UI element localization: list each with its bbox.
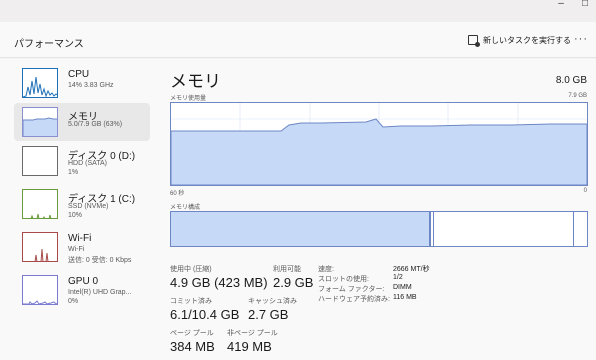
more-options-button[interactable]: ··· — [574, 33, 588, 45]
sidebar-item-label: Wi-Fi — [68, 233, 92, 244]
sidebar-item-disk-0[interactable]: ディスク 0 (D:) HDD (SATA) 1% — [14, 142, 150, 180]
sidebar-item-detail: Intel(R) UHD Grap... — [68, 289, 132, 296]
sidebar-item-memory[interactable]: メモリ 5.0/7.9 GB (63%) — [14, 103, 150, 141]
page-title: パフォーマンス — [14, 39, 84, 50]
paged-pool-label: ページ プール — [170, 330, 214, 337]
composition-modified — [433, 212, 434, 246]
sidebar-item-detail: Wi-Fi — [68, 246, 85, 253]
composition-free — [573, 212, 574, 246]
speed-value: 2666 MT/秒 — [393, 266, 430, 273]
sidebar-item-percent: 10% — [68, 212, 83, 219]
sidebar-item-throughput: 送信: 0 受信: 0 Kbps — [68, 257, 132, 264]
cached-label: キャッシュ済み — [248, 298, 297, 305]
available-label: 利用可能 — [273, 266, 301, 273]
sidebar-item-percent: 0% — [68, 298, 79, 305]
available-value: 2.9 GB — [273, 275, 314, 290]
slots-label: スロットの使用: — [318, 276, 369, 283]
composition-in-use — [171, 212, 431, 246]
memory-title: メモリ — [170, 72, 221, 91]
memory-composition-bar — [170, 211, 588, 247]
time-axis-end: 0 — [583, 188, 587, 194]
wifi-thumbnail-graph — [22, 232, 58, 262]
performance-sidebar: CPU 14% 3.83 GHz メモリ 5.0/7.9 GB (63%) ディ… — [0, 59, 157, 360]
in-use-value: 4.9 GB (423 MB) — [170, 275, 268, 290]
committed-value: 6.1/10.4 GB — [170, 307, 240, 322]
disk-0-thumbnail-graph — [22, 146, 58, 176]
form-factor-value: DIMM — [393, 284, 412, 291]
usage-graph-max: 7.9 GB — [568, 93, 587, 99]
memory-total: 8.0 GB — [555, 75, 587, 86]
nonpaged-pool-value: 419 MB — [227, 339, 272, 354]
sidebar-item-cpu[interactable]: CPU 14% 3.83 GHz — [14, 64, 150, 102]
disk-1-thumbnail-graph — [22, 189, 58, 219]
page-header: パフォーマンス 新しいタスクを実行する ··· — [0, 22, 596, 58]
memory-detail-panel: メモリ 8.0 GB メモリ使用量 7.9 GB 60 秒 0 メモリ構成 使用… — [157, 59, 596, 360]
hardware-reserved-label: ハードウェア予約済み: — [318, 296, 390, 303]
form-factor-label: フォーム ファクター: — [318, 286, 385, 293]
title-bar: – □ — [0, 0, 596, 22]
slots-value: 1/2 — [393, 274, 403, 281]
cpu-thumbnail-graph — [22, 68, 58, 98]
sidebar-item-percent: 1% — [68, 169, 79, 176]
committed-label: コミット済み — [170, 298, 212, 305]
paged-pool-value: 384 MB — [170, 339, 215, 354]
time-axis-start: 60 秒 — [170, 191, 185, 197]
sidebar-item-detail: HDD (SATA) — [68, 160, 108, 167]
speed-label: 速度: — [318, 266, 334, 273]
sidebar-item-gpu[interactable]: GPU 0 Intel(R) UHD Grap... 0% — [14, 271, 150, 309]
task-manager-window: – □ パフォーマンス 新しいタスクを実行する ··· CPU 14% 3.83… — [0, 0, 596, 360]
sidebar-item-detail: 5.0/7.9 GB (63%) — [68, 121, 123, 128]
sidebar-item-disk-1[interactable]: ディスク 1 (C:) SSD (NVMe) 10% — [14, 185, 150, 223]
memory-usage-graph — [170, 102, 588, 186]
in-use-label: 使用中 (圧縮) — [170, 266, 212, 273]
run-task-icon — [468, 35, 480, 47]
usage-graph-label: メモリ使用量 — [170, 96, 207, 102]
run-new-task-button[interactable]: 新しいタスクを実行する — [468, 32, 571, 48]
maximize-button[interactable]: □ — [576, 0, 594, 10]
sidebar-item-label: CPU — [68, 69, 90, 80]
minimize-button[interactable]: – — [552, 0, 570, 10]
sidebar-item-label: GPU 0 — [68, 276, 99, 287]
cached-value: 2.7 GB — [248, 307, 289, 322]
sidebar-item-detail: 14% 3.83 GHz — [68, 82, 114, 89]
sidebar-item-wifi[interactable]: Wi-Fi Wi-Fi 送信: 0 受信: 0 Kbps — [14, 228, 150, 266]
hardware-reserved-value: 116 MB — [393, 294, 417, 301]
gpu-thumbnail-graph — [22, 275, 58, 305]
composition-label: メモリ構成 — [170, 205, 201, 211]
sidebar-item-detail: SSD (NVMe) — [68, 203, 109, 210]
run-task-label: 新しいタスクを実行する — [483, 35, 571, 45]
memory-thumbnail-graph — [22, 107, 58, 137]
nonpaged-pool-label: 非ページ プール — [227, 330, 278, 337]
